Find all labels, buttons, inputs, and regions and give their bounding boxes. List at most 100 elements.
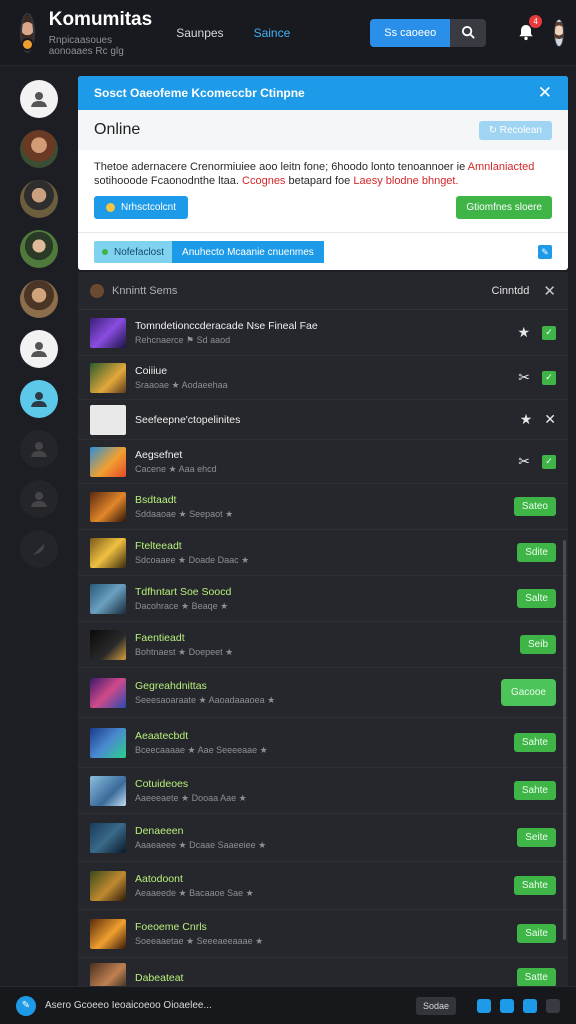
game-row[interactable]: Tomndetionccderacade Nse Fineal Fae Rehcn… (78, 310, 568, 356)
game-row[interactable]: Bsdtaadt Sddaaoae ★ Seepaot ★ Sateo (78, 484, 568, 530)
brand-subtitle: Rnpicaasoues aonoaaes Rc glg (48, 34, 124, 57)
panel-secondary-button[interactable]: Gtiomfnes sloere (456, 196, 552, 219)
rail-item-1[interactable] (20, 80, 58, 118)
game-action-button[interactable]: Seite (517, 828, 556, 847)
game-row[interactable]: Foeoeme Cnrls Soeeaaetae ★ Seeeaeeaaae ★ S… (78, 910, 568, 958)
refresh-button[interactable]: ↻ Recolean (478, 120, 552, 140)
rail-item-2[interactable] (20, 130, 58, 168)
search-group: Ss caoeeo (370, 18, 487, 47)
game-thumbnail (90, 775, 126, 806)
game-thumbnail (90, 962, 126, 986)
game-row[interactable]: Gegreahdnittas Seeesaoaraate ★ Aaoadaaaoe… (78, 668, 568, 718)
rail-item-6[interactable] (20, 330, 58, 368)
pin-icon[interactable]: ★ (517, 324, 530, 341)
status-dot-icon (102, 249, 108, 255)
game-title: Denaeeen (135, 824, 184, 837)
game-info: Aeaatecbdt Bceecaaaae ★ Aae Seeeeaae ★ (135, 730, 514, 756)
community-logo-avatar[interactable] (20, 12, 35, 53)
game-row[interactable]: Denaeeen Aaaeaeee ★ Dcaae Saaeeiee ★ Seite (78, 814, 568, 862)
game-row[interactable]: Faentieadt Bohtnaest ★ Doepeet ★ Seib (78, 622, 568, 668)
game-row[interactable]: Cotuideoes Aaeeeaete ★ Dooaa Aae ★ Sahte (78, 768, 568, 814)
game-action-button[interactable]: Saite (517, 924, 556, 943)
rail-item-9[interactable] (20, 480, 58, 518)
game-actions: Sateo (513, 497, 556, 516)
coin-icon (106, 203, 115, 212)
panel-header: Sosct Oaeofeme Kcomeccbr Ctinpne ✕ (78, 76, 568, 110)
game-action-button[interactable]: Seib (519, 635, 556, 654)
feather-icon[interactable]: ✎ (16, 995, 36, 1016)
rail-item-7[interactable] (20, 380, 58, 418)
footer-toggle-3[interactable] (523, 998, 537, 1013)
game-actions: Salte (517, 589, 556, 608)
game-row[interactable]: Seefeepne'ctopelinites ★ ✕ (78, 400, 568, 440)
game-thumbnail (90, 537, 126, 568)
user-avatar[interactable] (554, 18, 564, 47)
game-row[interactable]: Tdfhntart Soe Soocd Dacohrace ★ Beaqe ★ Sa… (78, 576, 568, 622)
game-action-button[interactable]: Sahte (513, 733, 556, 752)
notifications-button[interactable]: 4 (516, 14, 543, 44)
game-action-button[interactable]: Satte (516, 968, 556, 986)
search-icon-button[interactable] (450, 18, 487, 47)
rail-item-4[interactable] (20, 230, 58, 268)
user-silhouette-icon (31, 442, 47, 457)
pin-icon[interactable]: ★ (520, 411, 533, 428)
game-actions: Gacooe (500, 679, 556, 706)
feather-icon (33, 544, 45, 555)
game-info: Faentieadt Bohtnaest ★ Doepeet ★ (135, 632, 520, 658)
tools-icon[interactable]: ✂ (518, 453, 530, 470)
game-meta: Aaeeeaete ★ Dooaa Aae ★ (135, 792, 247, 803)
game-action-button[interactable]: Sahte (513, 876, 556, 895)
rail-item-3[interactable] (20, 180, 58, 218)
user-silhouette-icon (31, 92, 47, 107)
refresh-icon: ↻ (488, 124, 500, 136)
game-meta: Soeeaaetae ★ Seeeaeeaaae ★ (135, 935, 264, 946)
list-header-status[interactable]: Cinntdd (492, 285, 530, 297)
game-action-button[interactable]: Gacooe (500, 679, 556, 706)
rail-item-8[interactable] (20, 430, 58, 468)
footer-toggle-4[interactable] (546, 998, 560, 1013)
rail-item-10[interactable] (20, 530, 58, 568)
rail-item-5[interactable] (20, 280, 58, 318)
scrollbar[interactable] (563, 540, 566, 940)
close-icon[interactable]: ✕ (544, 411, 556, 428)
tag-online[interactable]: Nofefaclost (94, 247, 172, 258)
footer-toggle-2[interactable] (500, 998, 514, 1013)
game-thumbnail (90, 629, 126, 660)
game-title: Foeoeme Cnrls (135, 920, 207, 933)
search-button[interactable]: Ss caoeeo (370, 18, 451, 47)
edit-icon[interactable]: ✎ (538, 245, 552, 259)
game-title: Ftelteeadt (135, 539, 182, 552)
game-row[interactable]: Aegsefnet Cacene ★ Aaa ehcd ✂ ✓ (78, 440, 568, 484)
game-action-button[interactable]: Sdite (517, 543, 556, 562)
game-meta: Bceecaaaae ★ Aae Seeeeaae ★ (135, 744, 268, 755)
game-row[interactable]: Coiiiue Sraaoae ★ Aodaeehaa ✂ ✓ (78, 356, 568, 400)
community-notice-panel: Sosct Oaeofeme Kcomeccbr Ctinpne ✕ Onlin… (78, 76, 568, 270)
footer-toggle-1[interactable] (477, 998, 491, 1013)
game-row[interactable]: Ftelteeadt Sdcoaaee ★ Doade Daac ★ Sdite (78, 530, 568, 576)
game-action-button[interactable]: Sahte (513, 781, 556, 800)
game-row[interactable]: Aeaatecbdt Bceecaaaae ★ Aae Seeeeaae ★ Sah… (78, 718, 568, 768)
nav-item-saince[interactable]: Saince (254, 26, 291, 40)
game-info: Denaeeen Aaaeaeee ★ Dcaae Saaeeiee ★ (135, 825, 517, 851)
check-icon[interactable]: ✓ (542, 454, 556, 469)
game-action-button[interactable]: Sateo (513, 497, 556, 516)
panel-actions: Nrhsctcolcnt Gtiomfnes sloere (78, 196, 568, 219)
game-list-header: Knnintt Sems Cinntdd ✕ (78, 272, 568, 310)
panel-primary-button[interactable]: Nrhsctcolcnt (94, 196, 189, 219)
game-row[interactable]: Dabeateat Satte (78, 958, 568, 986)
game-row[interactable]: Aatodoont Aeaaeede ★ Bacaaoe Sae ★ Sahte (78, 862, 568, 910)
close-icon[interactable]: ✕ (543, 282, 556, 300)
footer-button[interactable]: Sodae (415, 996, 456, 1015)
game-info: Foeoeme Cnrls Soeeaaetae ★ Seeeaeeaaae ★ (135, 921, 517, 947)
nav-item-samples[interactable]: Saunpes (176, 26, 223, 40)
tag-channel[interactable]: Anuhecto Mcaanie cnuenmes (172, 241, 324, 263)
tools-icon[interactable]: ✂ (518, 369, 530, 386)
game-action-button[interactable]: Salte (517, 589, 556, 608)
close-icon[interactable]: ✕ (538, 83, 552, 103)
check-icon[interactable]: ✓ (542, 325, 556, 340)
panel-title: Sosct Oaeofeme Kcomeccbr Ctinpne (94, 86, 305, 100)
game-thumbnail (90, 583, 126, 614)
notification-badge: 4 (529, 14, 543, 28)
check-icon[interactable]: ✓ (542, 370, 556, 385)
description-line2-mid: betapard foe (288, 175, 351, 187)
